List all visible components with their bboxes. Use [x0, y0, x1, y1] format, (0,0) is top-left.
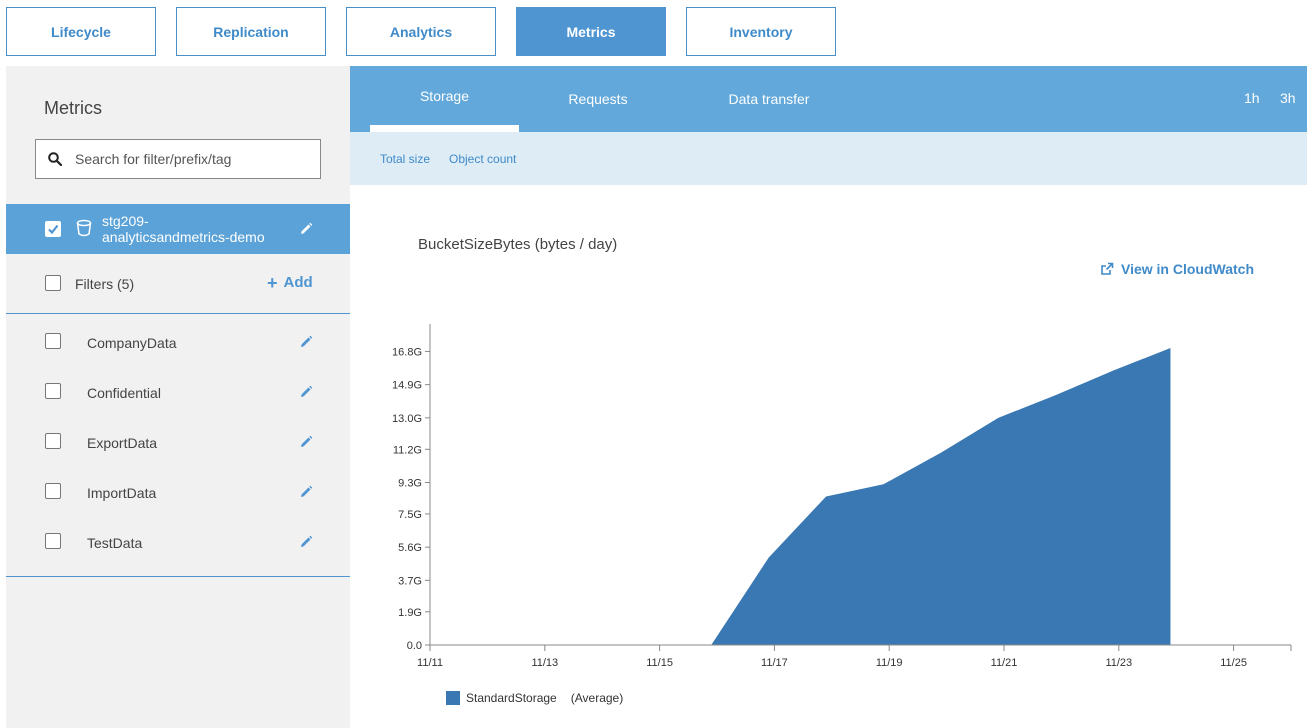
- filter-checkbox[interactable]: [45, 433, 61, 449]
- filters-label: Filters (5): [75, 276, 135, 292]
- storage-subtabs: Total size Object count: [350, 132, 1307, 185]
- x-tick-label: 11/19: [876, 657, 903, 669]
- metric-type-tab-bar: Storage Requests Data transfer 1h 3h: [350, 66, 1307, 132]
- x-tick-label: 11/21: [991, 657, 1018, 669]
- y-tick-label: 11.2G: [393, 444, 422, 456]
- y-tick-label: 16.8G: [392, 346, 422, 358]
- x-tick-label: 11/13: [531, 657, 558, 669]
- search-input[interactable]: [75, 151, 305, 167]
- filter-name: ExportData: [87, 435, 158, 451]
- filter-checkbox[interactable]: [45, 483, 61, 499]
- edit-pencil-icon[interactable]: [299, 535, 313, 549]
- filter-checkbox[interactable]: [45, 533, 61, 549]
- plus-icon: +: [267, 272, 278, 293]
- search-icon: [48, 152, 62, 166]
- sidebar-title: Metrics: [44, 98, 102, 118]
- edit-pencil-icon[interactable]: [299, 335, 313, 349]
- tab-inventory[interactable]: Inventory: [686, 7, 836, 56]
- edit-pencil-icon[interactable]: [299, 385, 313, 399]
- tab-requests[interactable]: Requests: [550, 66, 646, 132]
- x-tick-label: 11/15: [646, 657, 673, 669]
- time-range-1h[interactable]: 1h: [1244, 90, 1260, 106]
- y-tick-label: 9.3G: [398, 478, 422, 490]
- bucket-icon: [76, 219, 92, 237]
- y-tick-label: 3.7G: [398, 575, 422, 587]
- filter-name: CompanyData: [87, 335, 177, 351]
- top-tab-bar: Lifecycle Replication Analytics Metrics …: [0, 0, 1307, 66]
- filter-checkbox[interactable]: [45, 383, 61, 399]
- y-tick-label: 7.5G: [398, 509, 422, 521]
- tab-metrics[interactable]: Metrics: [516, 7, 666, 56]
- filter-item-testdata[interactable]: TestData: [6, 521, 350, 571]
- external-link-icon: [1101, 262, 1114, 275]
- time-range-3h[interactable]: 3h: [1280, 90, 1296, 106]
- bucket-row[interactable]: stg209- analyticsandmetrics-demo: [6, 204, 350, 254]
- filter-item-companydata[interactable]: CompanyData: [6, 321, 350, 371]
- bucket-size-chart: 0.0 1.9G 3.7G 5.6G 7.5G 9.3G 11.2G 13.0G 14.9G 16…: [392, 324, 1292, 669]
- tab-data-transfer[interactable]: Data transfer: [710, 66, 828, 132]
- subtab-total-size[interactable]: Total size: [380, 152, 430, 166]
- view-in-cloudwatch-link[interactable]: View in CloudWatch: [1100, 261, 1254, 277]
- bucket-name-line2: analyticsandmetrics-demo: [102, 229, 265, 245]
- filter-name: TestData: [87, 535, 143, 551]
- y-tick-label: 1.9G: [398, 607, 422, 619]
- metrics-sidebar: Metrics stg209- analyticsandmetrics-demo…: [6, 66, 350, 728]
- chart-legend: StandardStorage (Average): [446, 691, 623, 705]
- edit-pencil-icon[interactable]: [299, 485, 313, 499]
- y-tick-label: 14.9G: [392, 380, 422, 392]
- filter-name: Confidential: [87, 385, 161, 401]
- x-tick-label: 11/17: [761, 657, 788, 669]
- legend-series-stat: (Average): [570, 691, 624, 705]
- y-tick-label: 13.0G: [392, 413, 422, 425]
- chart-title: BucketSizeBytes (bytes / day): [418, 236, 618, 253]
- tab-replication[interactable]: Replication: [176, 7, 326, 56]
- filter-item-exportdata[interactable]: ExportData: [6, 421, 350, 471]
- filters-select-all-checkbox[interactable]: [45, 275, 61, 291]
- y-tick-label: 0.0: [407, 640, 422, 652]
- search-box: [35, 139, 321, 179]
- legend-series-name: StandardStorage: [466, 691, 557, 705]
- view-in-cloudwatch-label: View in CloudWatch: [1121, 261, 1255, 277]
- filter-item-importdata[interactable]: ImportData: [6, 471, 350, 521]
- x-tick-label: 11/11: [417, 657, 443, 669]
- checkmark-icon: [48, 224, 59, 235]
- x-tick-label: 11/23: [1105, 657, 1132, 669]
- edit-pencil-icon[interactable]: [299, 222, 313, 236]
- x-tick-label: 11/25: [1220, 657, 1247, 669]
- filters-header: Filters (5) + Add: [6, 254, 350, 314]
- filter-checkbox[interactable]: [45, 333, 61, 349]
- filter-name: ImportData: [87, 485, 157, 501]
- y-tick-label: 5.6G: [398, 542, 422, 554]
- bucket-checkbox[interactable]: [45, 221, 61, 237]
- tab-storage[interactable]: Storage: [370, 66, 519, 132]
- bucket-name-line1: stg209-: [102, 213, 149, 229]
- series-area-standardstorage: [711, 347, 1171, 645]
- bucket-name: stg209- analyticsandmetrics-demo: [102, 213, 265, 245]
- filter-item-confidential[interactable]: Confidential: [6, 371, 350, 421]
- tab-lifecycle[interactable]: Lifecycle: [6, 7, 156, 56]
- divider: [6, 576, 350, 577]
- legend-swatch: [446, 691, 460, 705]
- add-filter-label: Add: [283, 274, 313, 291]
- edit-pencil-icon[interactable]: [299, 435, 313, 449]
- add-filter-button[interactable]: + Add: [267, 272, 313, 293]
- tab-analytics[interactable]: Analytics: [346, 7, 496, 56]
- subtab-object-count[interactable]: Object count: [449, 152, 516, 166]
